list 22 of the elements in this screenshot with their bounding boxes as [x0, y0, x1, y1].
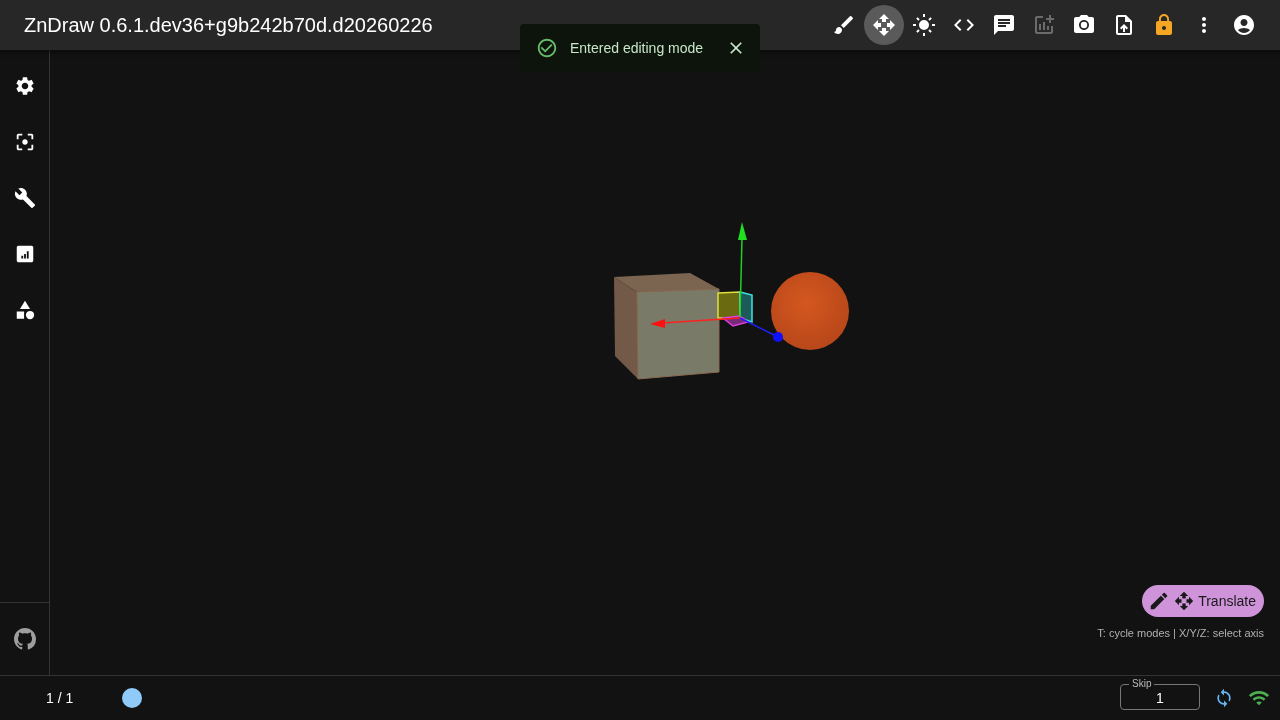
settings-icon — [13, 75, 36, 97]
add-chart-icon — [1032, 13, 1056, 37]
mode-chip[interactable]: Translate — [1142, 585, 1264, 617]
wrench-icon — [13, 187, 36, 209]
timeline-thumb[interactable] — [122, 688, 142, 708]
move-button[interactable] — [864, 5, 904, 45]
skip-label: Skip — [1131, 680, 1153, 688]
sync-icon — [1214, 688, 1234, 708]
more-icon — [1201, 17, 1207, 33]
chat-icon — [992, 13, 1016, 37]
skip-field[interactable]: 1 — [1129, 690, 1191, 706]
app-title: ZnDraw 0.6.1.dev36+g9b242b70d.d20260226 — [24, 13, 434, 37]
keyboard-hint: T: cycle modes | X/Y/Z: select axis — [1097, 627, 1264, 639]
frame-counter: 1 / 1 — [46, 690, 75, 706]
brush-icon — [832, 13, 856, 37]
brightness-icon — [912, 13, 936, 37]
move-icon — [872, 13, 896, 37]
github-icon — [13, 628, 36, 650]
toast-message: Entered editing mode — [570, 40, 705, 56]
account-icon — [1232, 13, 1256, 37]
move-icon — [1174, 591, 1195, 611]
skip-field[interactable]: Skip 1 — [1120, 680, 1200, 710]
